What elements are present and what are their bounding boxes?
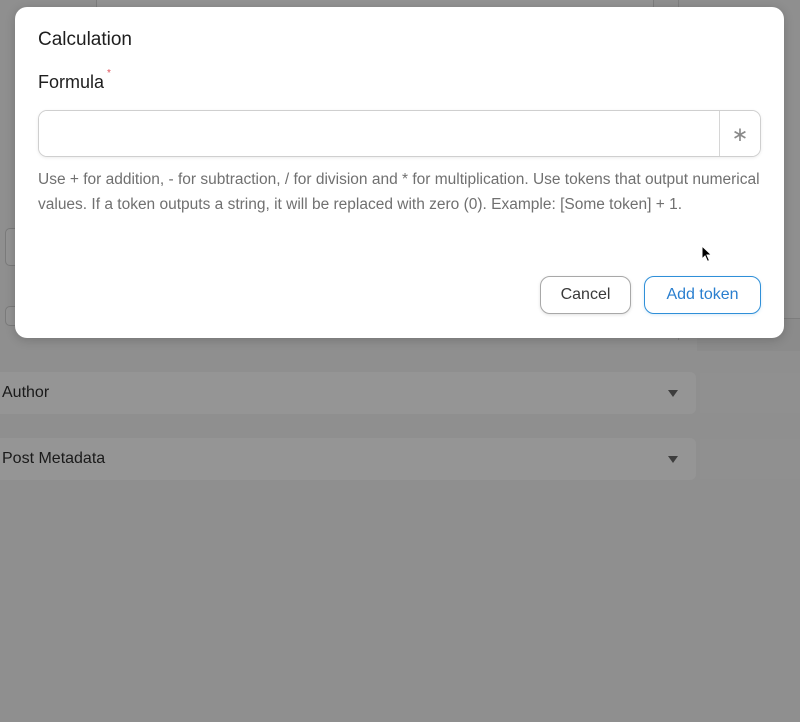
formula-help-text: Use + for addition, - for subtraction, /… bbox=[38, 171, 760, 213]
caret-down-icon bbox=[668, 455, 678, 463]
calculation-dialog: Calculation Formula * ∗ Use + for additio… bbox=[15, 7, 784, 338]
dialog-title: Calculation bbox=[38, 29, 132, 50]
asterisk-icon: ∗ bbox=[731, 121, 749, 146]
cancel-button[interactable]: Cancel bbox=[540, 276, 631, 314]
required-indicator: * bbox=[107, 68, 111, 79]
author-panel-label: Author bbox=[2, 384, 50, 401]
post-metadata-panel-side bbox=[700, 439, 800, 479]
author-panel-header[interactable]: Author bbox=[0, 372, 696, 414]
insert-token-button[interactable]: ∗ bbox=[719, 111, 760, 156]
formula-label-text: Formula bbox=[38, 72, 105, 92]
formula-field-group: ∗ bbox=[38, 110, 761, 157]
mouse-pointer-icon bbox=[701, 245, 713, 263]
post-metadata-panel-label: Post Metadata bbox=[2, 450, 106, 467]
formula-label: Formula * bbox=[38, 68, 111, 93]
caret-down-icon bbox=[668, 389, 678, 397]
post-metadata-panel-header[interactable]: Post Metadata bbox=[0, 438, 696, 480]
author-panel-side bbox=[700, 373, 800, 413]
formula-input[interactable] bbox=[39, 111, 719, 156]
add-token-button[interactable]: Add token bbox=[644, 276, 761, 314]
